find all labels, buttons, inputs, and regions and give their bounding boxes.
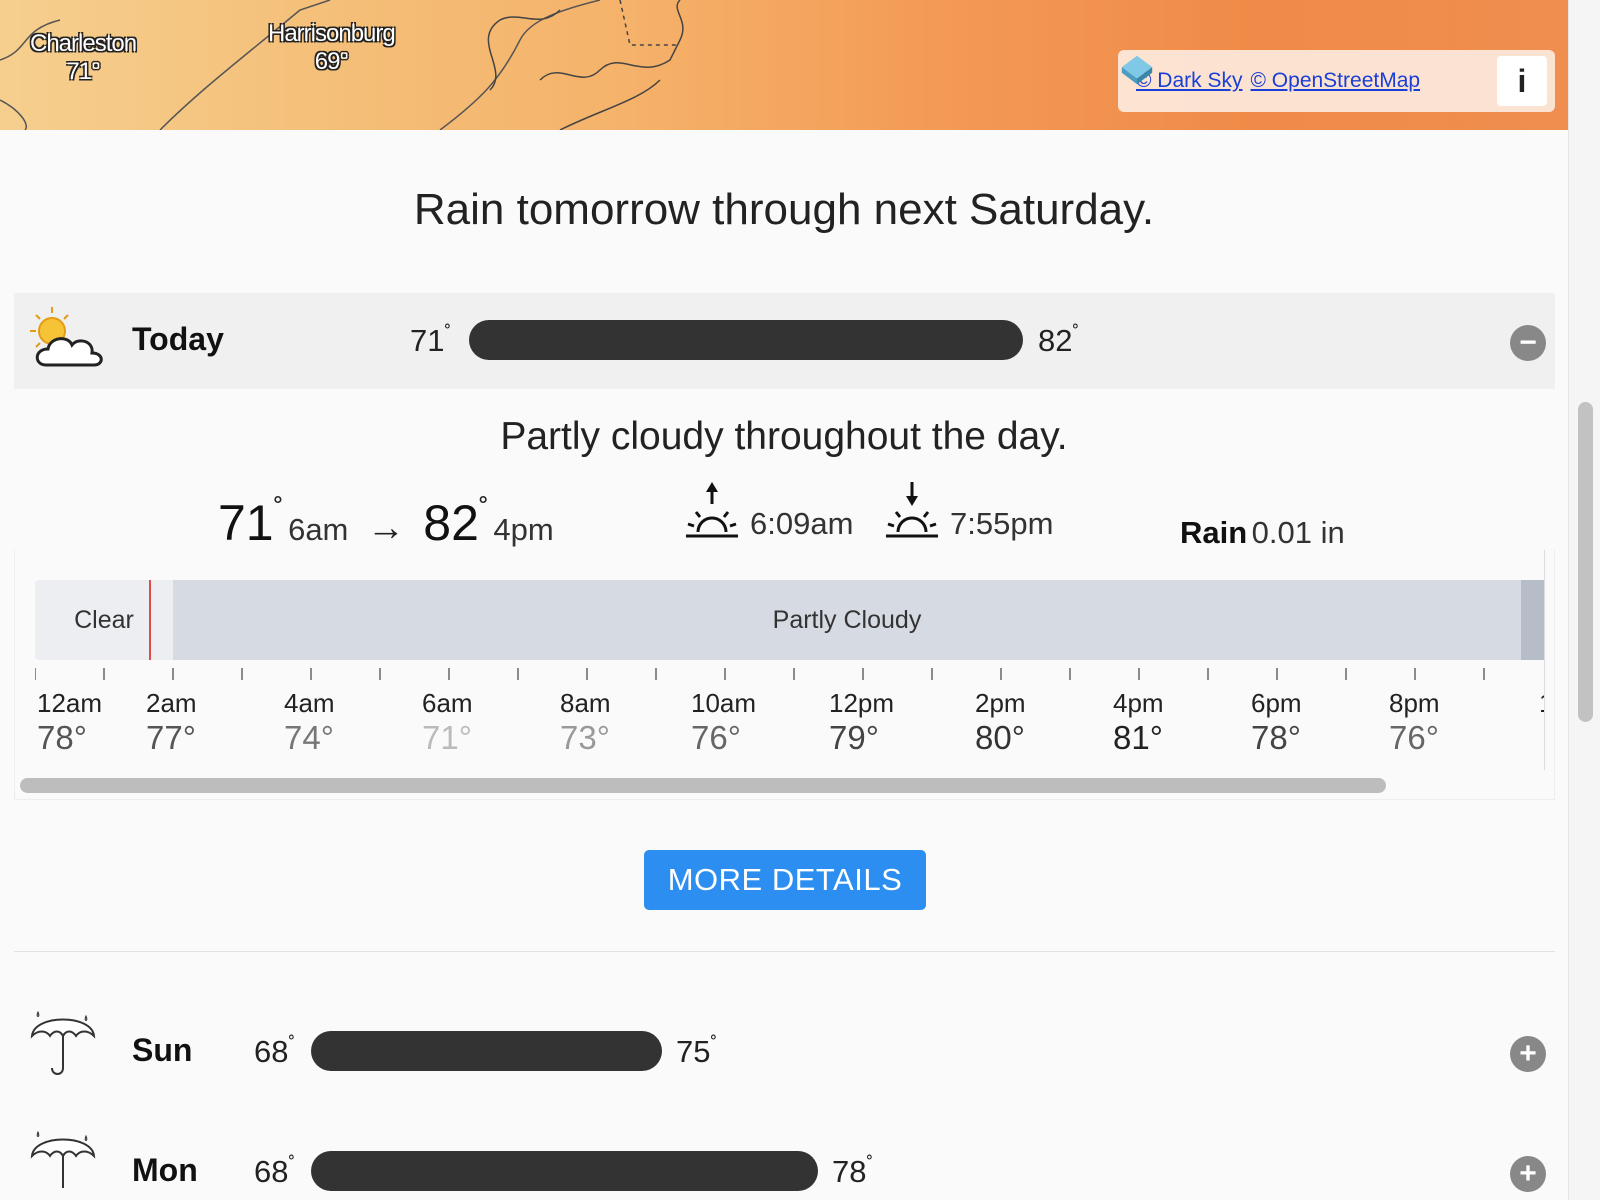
hour-item: 4pm 81° xyxy=(1113,688,1164,756)
hour-item: 4am 74° xyxy=(284,688,335,756)
day-row-mon[interactable]: Mon 68˚ 78˚ + xyxy=(14,1124,1555,1200)
day-low-temp: 68˚ xyxy=(254,1034,296,1069)
map-info-button[interactable]: i xyxy=(1497,56,1547,106)
hour-item: 2am 77° xyxy=(146,688,197,756)
temp-range-bar xyxy=(469,320,1023,360)
low-time: 6am xyxy=(288,512,349,547)
hour-item: 6am 71° xyxy=(422,688,473,756)
collapse-icon[interactable]: − xyxy=(1510,325,1546,361)
hourly-scrollbar-thumb[interactable] xyxy=(20,778,1386,793)
rain-label: Rain xyxy=(1180,515,1248,550)
hour-item: 12am 78° xyxy=(37,688,103,756)
weather-map[interactable]: Charleston 71° Harrisonburg 69° © Dark S… xyxy=(0,0,1568,130)
dark-sky-logo-icon xyxy=(1121,55,1153,85)
day-name: Today xyxy=(132,321,224,357)
more-details-button[interactable]: MORE DETAILS xyxy=(644,850,926,910)
hour-ticks xyxy=(35,668,1485,680)
expand-icon[interactable]: + xyxy=(1510,1036,1546,1072)
map-city-harrisonburg: Harrisonburg 69° xyxy=(268,20,396,76)
sunrise-icon xyxy=(686,482,738,538)
city-name: Charleston xyxy=(30,30,137,57)
hour-item: 8am 73° xyxy=(560,688,611,756)
sunrise-stat: 6:09am xyxy=(684,482,854,544)
hour-item: 8pm 76° xyxy=(1389,688,1440,756)
partly-cloudy-day-icon xyxy=(30,307,103,367)
day-high-temp: 82˚ xyxy=(1038,323,1080,358)
map-attribution: © Dark Sky © OpenStreetMap i xyxy=(1118,50,1555,112)
hour-item: 1 xyxy=(1539,688,1544,719)
condition-band-partly-cloudy: Partly Cloudy xyxy=(173,580,1521,660)
day-name: Sun xyxy=(132,1032,193,1068)
city-temp: 71° xyxy=(66,58,100,85)
temp-range-bar xyxy=(311,1031,662,1071)
hour-item: 6pm 78° xyxy=(1251,688,1302,756)
page-scrollbar-thumb[interactable] xyxy=(1578,402,1593,722)
divider xyxy=(14,951,1555,952)
arrow-right-icon: → xyxy=(366,507,405,549)
hour-item: 10am 76° xyxy=(691,688,757,756)
day-low-temp: 68˚ xyxy=(254,1154,296,1189)
day-name: Mon xyxy=(132,1152,198,1188)
rain-umbrella-icon xyxy=(30,1010,96,1075)
condition-band-clear: Clear xyxy=(35,580,173,660)
hourly-forecast[interactable]: Clear Partly Cloudy M 12am78° 2am7 xyxy=(14,550,1555,800)
expand-icon[interactable]: + xyxy=(1510,1156,1546,1192)
day-high-temp: 78˚ xyxy=(832,1154,874,1189)
sunset-icon xyxy=(886,482,938,538)
sunset-time: 7:55pm xyxy=(950,506,1054,541)
openstreetmap-link[interactable]: © OpenStreetMap xyxy=(1251,69,1421,93)
city-name: Harrisonburg xyxy=(268,20,396,47)
day-row-sun[interactable]: Sun 68˚ 75˚ + xyxy=(14,1004,1555,1100)
condition-band-mostly-cloudy: M xyxy=(1521,580,1544,660)
city-temp: 69° xyxy=(314,48,349,75)
hour-item: 12pm 79° xyxy=(829,688,895,756)
high-time: 4pm xyxy=(493,512,554,547)
low-temp: 71 xyxy=(218,495,274,551)
day-row-today[interactable]: Today 71˚ 82˚ − xyxy=(14,293,1555,389)
rain-umbrella-icon xyxy=(30,1130,96,1188)
high-temp: 82 xyxy=(423,495,479,551)
temp-range-stats: 71˚ 6am → 82˚ 4pm xyxy=(218,494,554,551)
sunrise-time: 6:09am xyxy=(750,506,854,541)
sunset-stat: 7:55pm xyxy=(884,482,1054,544)
week-summary: Rain tomorrow through next Saturday. xyxy=(413,185,1155,234)
hourly-scroll-area[interactable]: Clear Partly Cloudy M 12am78° 2am7 xyxy=(35,550,1545,770)
map-city-charleston: Charleston 71° xyxy=(30,30,137,86)
day-high-temp: 75˚ xyxy=(676,1034,718,1069)
hour-item: 2pm 80° xyxy=(975,688,1026,756)
temp-range-bar xyxy=(311,1151,818,1191)
current-time-marker xyxy=(149,580,151,660)
day-low-temp: 71˚ xyxy=(410,323,452,358)
today-detail-summary: Partly cloudy throughout the day. xyxy=(500,415,1068,458)
rain-value: 0.01 in xyxy=(1251,515,1345,550)
